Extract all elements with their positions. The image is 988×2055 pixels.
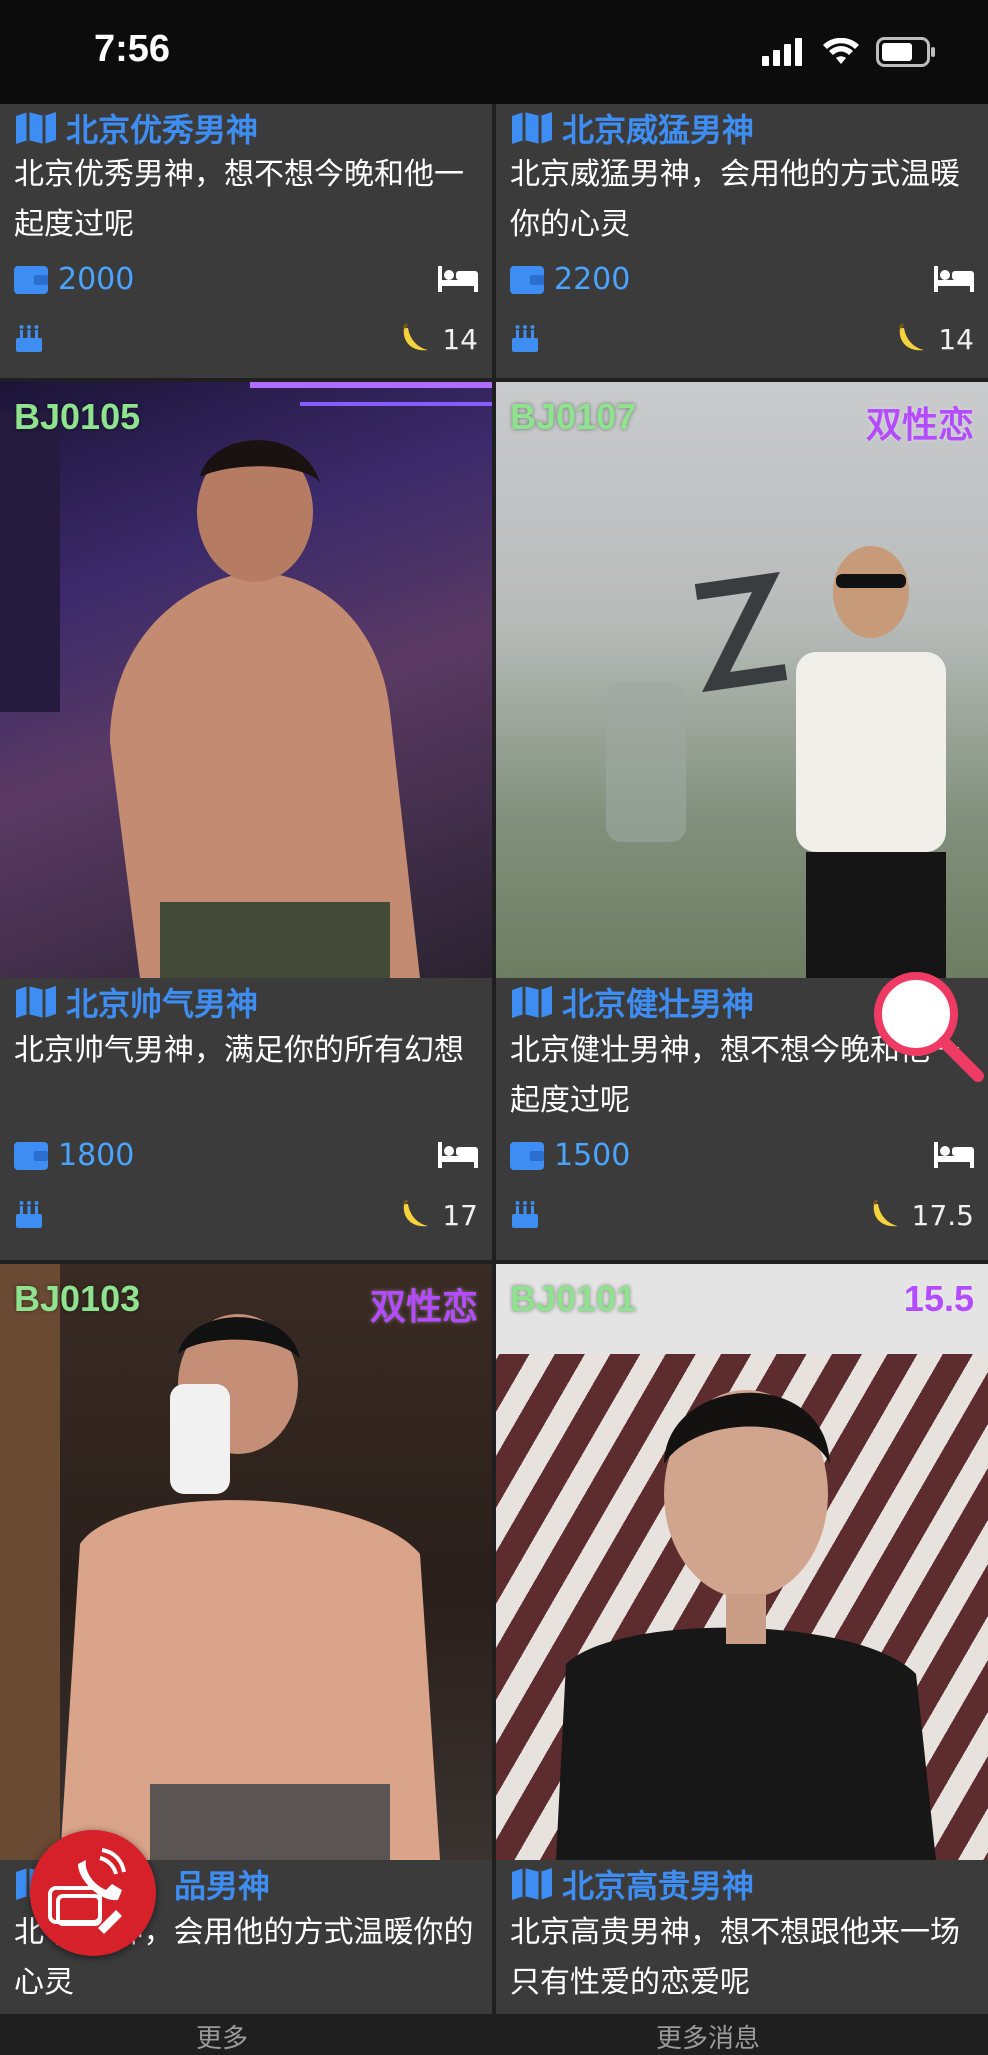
card-title: 北京帅气男神 (66, 985, 259, 1023)
card[interactable]: BJ0101 15.5 北京高贵男神 北京高贵男神，想不想跟他来一场只有性爱的恋… (496, 1264, 988, 2046)
profile-photo (0, 382, 492, 978)
card-description: 北京威猛男神，会用他的方式温暖你的心灵 (510, 157, 960, 242)
status-bar: 7:56 (0, 0, 988, 104)
signal-icon (762, 38, 802, 66)
profile-photo (496, 1264, 988, 1860)
bed-icon (438, 1142, 478, 1168)
card-price-row: 1800 (14, 1126, 478, 1184)
card-photo[interactable]: BJ0103 双性恋 (0, 1264, 492, 1860)
banana-icon (899, 323, 925, 351)
card-title-row: 北京高贵男神 (510, 1860, 974, 1908)
card[interactable]: 北京威猛男神 北京威猛男神，会用他的方式温暖你的心灵 2200 14 (496, 104, 988, 378)
cake-icon (16, 1201, 42, 1228)
card[interactable]: BJ0107 双性恋 北京健壮男神 北京健壮男神，想不想今晚和他一起度过呢 15… (496, 382, 988, 1260)
map-icon (512, 1868, 552, 1900)
map-icon (512, 112, 552, 144)
zoom-icon[interactable] (874, 972, 984, 1082)
card-photo[interactable]: BJ0101 15.5 (496, 1264, 988, 1860)
card-description: 北京优秀男神，想不想今晚和他一起度过呢 (14, 157, 464, 242)
card-title: 北京威猛男神 (562, 111, 755, 149)
banana-icon (872, 1199, 898, 1227)
card-price: 1500 (554, 1137, 631, 1173)
card-photo[interactable]: BJ0107 双性恋 (496, 382, 988, 978)
card-photo[interactable]: BJ0105 (0, 382, 492, 978)
cake-icon (16, 325, 42, 352)
wallet-icon (510, 1142, 544, 1170)
card-price-row: 1500 (510, 1126, 974, 1184)
card-title-row: 北京帅气男神 (14, 978, 478, 1026)
bottom-right-label[interactable]: 更多消息 (656, 2018, 760, 2055)
profile-photo (0, 1264, 440, 1860)
card-count: 14 (938, 322, 974, 356)
card-price-row: 2200 (510, 250, 974, 308)
profile-photo (606, 546, 946, 978)
card-title-row: 北京威猛男神 (510, 106, 974, 150)
card-price: 2200 (554, 261, 631, 297)
bed-icon (934, 1142, 974, 1168)
card-count: 14 (442, 322, 478, 356)
map-icon (16, 112, 56, 144)
card-meta-row: 17.5 (510, 1184, 974, 1246)
card-tag: 双性恋 (865, 404, 974, 445)
card-meta-row: 14 (14, 308, 478, 370)
card-description: 北京帅气男神，满足你的所有幻想 (14, 1033, 464, 1068)
battery-icon (876, 37, 935, 67)
card-code: BJ0101 (510, 1278, 637, 1319)
status-icons (762, 34, 936, 70)
bed-icon (934, 266, 974, 292)
card-title: 品男神 (174, 1867, 271, 1905)
bottom-left-label[interactable]: 更多 (196, 2018, 248, 2055)
wallet-icon (14, 1142, 48, 1170)
cake-icon (512, 325, 538, 352)
map-icon (16, 986, 56, 1018)
card-tag: 15.5 (903, 1278, 974, 1319)
card-code: BJ0105 (14, 396, 141, 437)
card-price: 1800 (58, 1137, 135, 1173)
wifi-icon (823, 38, 859, 64)
card-meta-row: 17 (14, 1184, 478, 1246)
chat-phone-icon (48, 1848, 126, 1934)
bed-icon (438, 266, 478, 292)
banana-icon (403, 1199, 429, 1227)
card-title: 北京优秀男神 (66, 111, 259, 149)
card-grid: 北京优秀男神 北京优秀男神，想不想今晚和他一起度过呢 2000 14 北京威猛男… (0, 104, 988, 2046)
cake-icon (512, 1201, 538, 1228)
card-price: 2000 (58, 261, 135, 297)
card-tag: 双性恋 (369, 1286, 478, 1327)
contact-fab[interactable] (30, 1830, 156, 1956)
card-description: 北京高贵男神，想不想跟他来一场只有性爱的恋爱呢 (510, 1915, 960, 2000)
card-title-row: 北京优秀男神 (14, 106, 478, 150)
card[interactable]: 北京优秀男神 北京优秀男神，想不想今晚和他一起度过呢 2000 14 (0, 104, 492, 378)
card-count: 17 (442, 1198, 478, 1232)
banana-icon (403, 323, 429, 351)
status-time: 7:56 (94, 28, 171, 70)
card-price-row: 2000 (14, 250, 478, 308)
card-title: 北京健壮男神 (562, 985, 755, 1023)
bottom-tab-strip: 更多 更多消息 (0, 2014, 988, 2054)
card-code: BJ0107 (510, 396, 637, 437)
wallet-icon (14, 266, 48, 294)
card-title: 北京高贵男神 (562, 1867, 755, 1905)
wallet-icon (510, 266, 544, 294)
card-code: BJ0103 (14, 1278, 141, 1319)
card[interactable]: BJ0105 北京帅气男神 北京帅气男神，满足你的所有幻想 1800 17 (0, 382, 492, 1260)
map-icon (512, 986, 552, 1018)
card-meta-row: 14 (510, 308, 974, 370)
card-count: 17.5 (911, 1198, 974, 1232)
